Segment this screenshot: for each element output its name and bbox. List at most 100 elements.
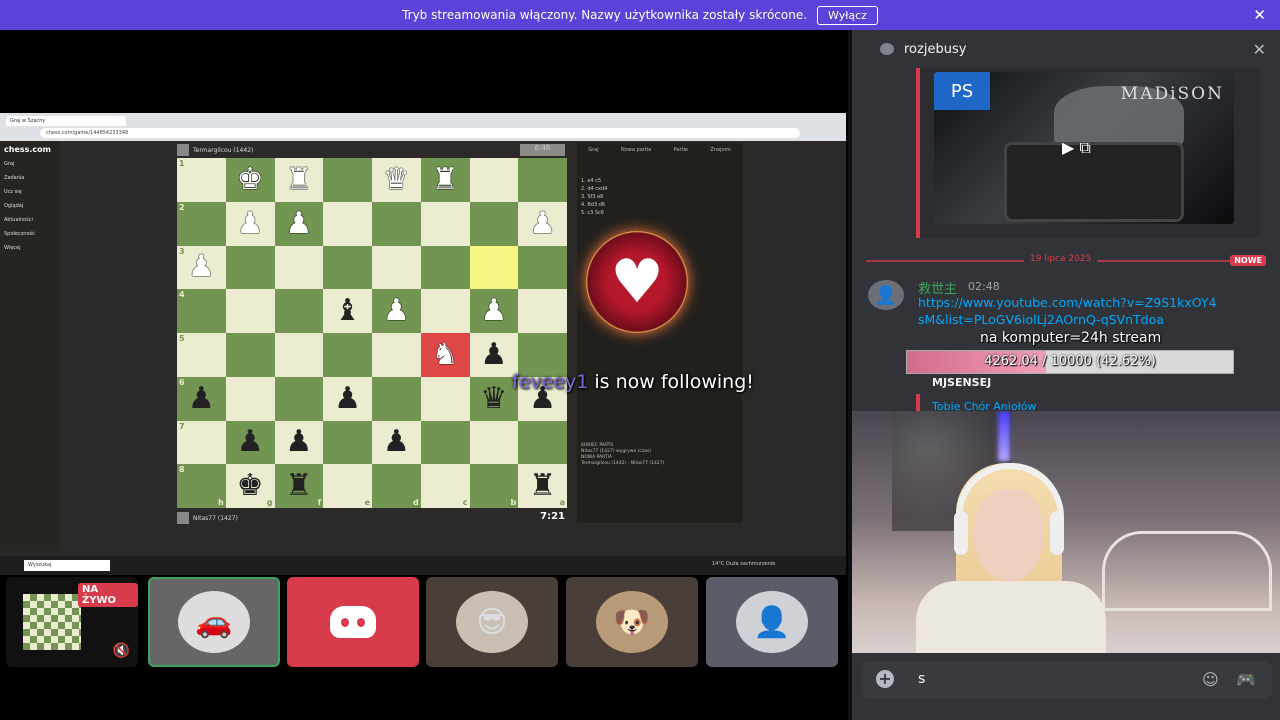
board-square: ♟ [518,201,567,246]
follow-alert-text: is now following! [588,371,754,393]
board-square: c [420,464,470,508]
top-player-name: Termargilcou (1442) [193,146,254,154]
message-input[interactable]: s [918,671,925,687]
board-square: ♟ [225,201,275,246]
board-square: ♟ [372,420,421,465]
board-square [323,420,372,465]
board-square: 5 [177,333,226,377]
top-clock: 6:46 [520,144,565,156]
chess-piece: ♜ [529,468,557,504]
os-taskbar: Wyszukaj 14°C Duże zachmurzenie [0,556,846,575]
move-row: 2. d4 cxd4 [581,186,608,192]
board-square [469,245,519,290]
file-label: f [317,498,322,507]
file-label: d [413,498,419,507]
gamepad-icon[interactable]: 🎮 [1236,670,1256,689]
board-square: ♟ [323,376,372,421]
board-square [372,245,421,290]
mute-icon[interactable]: 🔇 [113,643,130,659]
stream-preview-tile[interactable]: NA ŻYWO 🔇 [6,577,138,667]
participant-tile-sunglasses[interactable]: 😎 [426,577,558,667]
message-composer[interactable]: + s ☺ 🎮 [862,661,1272,699]
heart-icon: ♥ [610,247,664,317]
rank-label: 6 [179,377,185,387]
board-square: ♝ [323,289,372,333]
author-avatar[interactable]: 👤 [868,280,904,310]
chess-piece: ♟ [529,205,557,241]
chess-piece: ♟ [480,293,508,329]
chess-piece: ♟ [480,336,508,372]
chat-panel: rozjebusy ✕ PS MADiSON ▶ ⧉ 19 lipca 2025… [852,30,1280,720]
stream-stage: Graj w Szachy chess.com/game/14485423334… [0,30,848,720]
board-square [225,245,275,290]
board-square [274,245,324,290]
date-label: 19 lipca 2025 [1024,254,1098,264]
move-row: 5. c3 Sc6 [581,210,604,216]
file-label: b [510,498,517,507]
chess-piece: ♟ [334,380,362,416]
play-icon[interactable]: ▶ ⧉ [1062,138,1091,158]
message-link[interactable]: https://www.youtube.com/watch?v=Z9S1kxOY… [918,294,1218,328]
emoji-icon[interactable]: ☺ [1202,670,1219,689]
led-light [998,411,1010,461]
board-square [225,376,275,421]
shared-screen[interactable]: Graj w Szachy chess.com/game/14485423334… [0,113,846,575]
add-attachment-icon[interactable]: + [876,670,894,688]
rank-label: 8 [179,465,185,475]
game-log: KONIEC PARTII Nitas77 (1427) wygrywa (cz… [581,443,736,467]
board-square [469,420,519,465]
board-square [323,245,372,290]
participant-tile-dog[interactable]: 🐶 [566,577,698,667]
bottom-clock: 7:21 [540,511,565,522]
chat-header: rozjebusy [852,30,1280,68]
chess-piece: ♚ [236,468,264,504]
chess-piece: ♟ [187,380,215,416]
streamer-mode-banner: Tryb streamowania włączony. Nazwy użytko… [0,0,1280,30]
camera-image [1004,142,1184,222]
board-square [518,158,567,202]
chess-piece: ♚ [236,161,264,197]
chess-piece: ♟ [236,424,264,460]
participant-tile-car[interactable]: 🚗 [148,577,280,667]
chess-piece: ♟ [187,249,215,285]
sunglasses-avatar: 😎 [456,591,528,653]
nav-item-puzzles: Zadania [4,175,25,181]
participant-tile-person[interactable]: 👤 [706,577,838,667]
nav-item-watch: Oglądaj [4,203,24,209]
disable-streamer-mode-button[interactable]: Wyłącz [817,5,878,25]
board-square: 4 [177,289,226,333]
board-square [372,201,421,246]
board-square: 6 ♟ [177,376,226,421]
chess-site-sidebar: chess.com Graj Zadania Ucz się Oglądaj A… [0,141,60,551]
board-square: 2 [177,201,226,246]
chess-piece: ♛ [382,161,410,197]
rank-label: 3 [179,246,185,256]
chess-board: 1 ♚ ♜ ♛ ♜ 2 ♟ ♟ ♟ 3 ♟ 4 ♝ ♟ ♟ 5 ♞ ♟ 6 ♟ ♟ ♛ ♟ 7 ♟ ♟ ♟ 8 h g ♚ f ♜ e d c b a ♜ [177,158,567,508]
chess-piece: ♛ [480,380,508,416]
rank-label: 1 [179,159,185,168]
embed-thumbnail[interactable]: PS MADiSON ▶ ⧉ [934,72,1234,224]
close-icon[interactable]: ✕ [1253,40,1266,59]
webcam-overlay [852,411,1280,653]
rank-label: 7 [179,421,185,431]
board-square [372,376,421,421]
top-player: Termargilcou (1442) [177,143,253,157]
donation-goal-text: 4262.04 / 10000 (42.62%) [984,354,1156,369]
browser-tab: Graj w Szachy [6,116,126,126]
board-square: 3 ♟ [177,245,226,290]
tab-games: Partie [673,147,688,153]
headphone-left [954,511,968,555]
board-square: ♜ [420,158,470,202]
chess-piece: ♟ [285,424,313,460]
close-icon[interactable]: ✕ [1253,6,1266,24]
rank-label: 2 [179,202,185,212]
taskbar-search: Wyszukaj [24,560,110,571]
board-square: ♛ [469,376,519,421]
board-square [323,201,372,246]
video-embed[interactable]: PS MADiSON ▶ ⧉ [916,68,1260,238]
board-square: ♟ [225,420,275,465]
board-square [420,420,470,465]
participant-tile-discord[interactable] [287,577,419,667]
message-time: 02:48 [968,280,1000,293]
board-square: ♞ [420,333,470,377]
